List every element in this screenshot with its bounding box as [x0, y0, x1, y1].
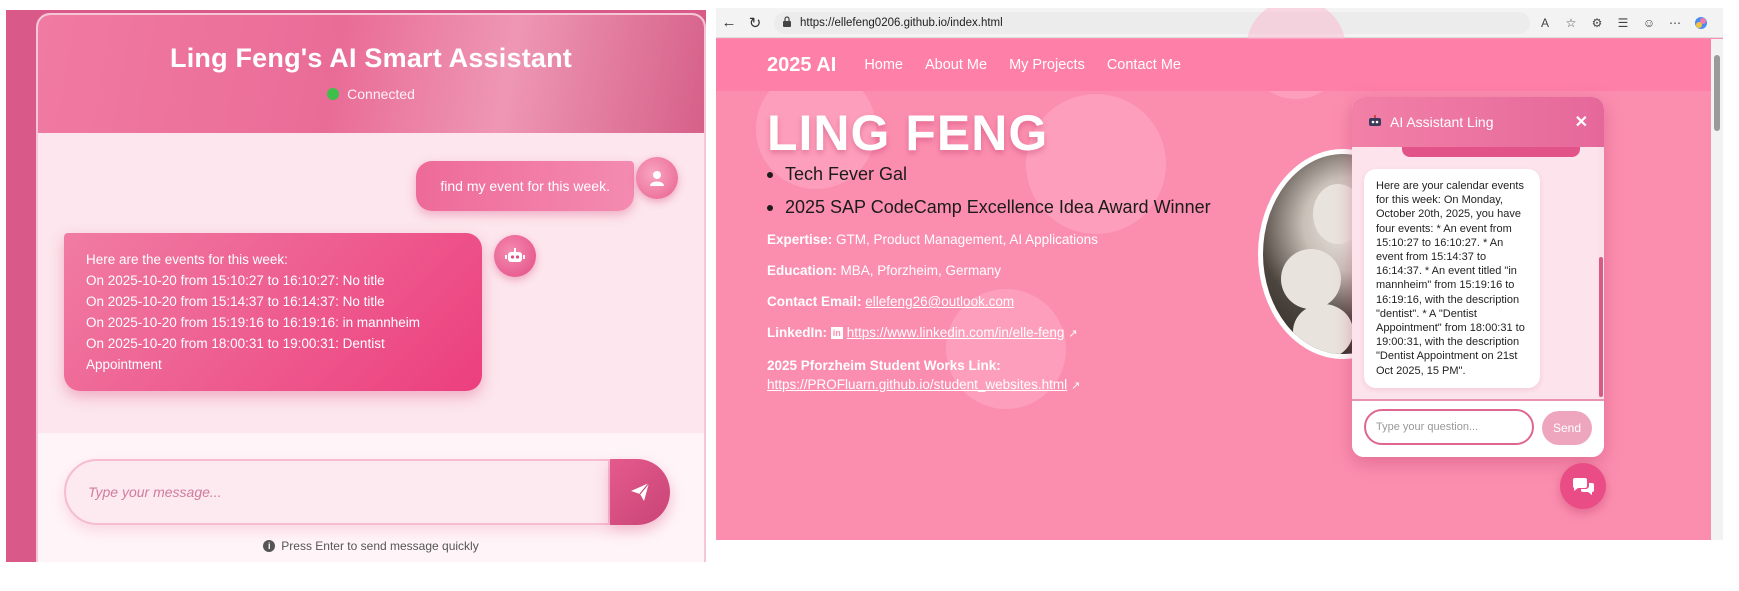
left-chat-app: Ling Feng's AI Smart Assistant Connected… — [6, 10, 706, 562]
lock-icon — [782, 15, 792, 30]
chat-title: Ling Feng's AI Smart Assistant — [170, 43, 572, 73]
close-icon[interactable]: ✕ — [1575, 112, 1588, 132]
chat-bubbles-icon — [1572, 478, 1594, 495]
bot-message-line: On 2025-10-20 from 15:19:16 to 16:19:16:… — [86, 315, 420, 330]
favorite-star-icon[interactable]: ☆ — [1562, 14, 1580, 32]
assistant-widget: AI Assistant Ling ✕ Here are your calend… — [1352, 97, 1604, 457]
question-input[interactable] — [1364, 409, 1534, 445]
refresh-icon[interactable]: ↻ — [742, 10, 768, 36]
user-avatar-icon — [636, 157, 678, 199]
chat-fab-button[interactable] — [1560, 463, 1606, 509]
more-menu-icon[interactable]: ⋯ — [1666, 14, 1684, 32]
info-icon: i — [263, 540, 276, 552]
expertise-row: Expertise: GTM, Product Management, AI A… — [767, 232, 1098, 247]
bot-message: Here are the events for this week: On 20… — [64, 233, 482, 391]
message-input-wrapper — [64, 459, 610, 525]
chat-header: Ling Feng's AI Smart Assistant Connected — [38, 15, 704, 133]
student-works-row: 2025 Pforzheim Student Works Link: https… — [767, 358, 1081, 392]
browser-toolbar: ← ↻ https://ellefeng0206.github.io/index… — [716, 8, 1723, 38]
widget-title: AI Assistant Ling — [1390, 114, 1494, 130]
nav-home[interactable]: Home — [864, 57, 903, 73]
nav-about[interactable]: About Me — [925, 57, 987, 73]
robot-avatar-icon — [494, 235, 536, 277]
widget-send-button[interactable]: Send — [1542, 411, 1592, 445]
copilot-icon[interactable] — [1692, 14, 1710, 32]
linkedin-row: LinkedIn: in https://www.linkedin.com/in/… — [767, 325, 1078, 340]
bot-message-line: Here are the events for this week: — [86, 252, 288, 267]
bot-message-line: On 2025-10-20 from 18:00:31 to 19:00:31:… — [86, 336, 385, 372]
widget-scrollbar[interactable] — [1598, 147, 1604, 399]
extensions-icon[interactable]: ⚙ — [1588, 14, 1606, 32]
bot-message-line: On 2025-10-20 from 15:14:37 to 16:14:37:… — [86, 294, 385, 309]
external-link-icon: ↗ — [1071, 380, 1081, 392]
linkedin-link[interactable]: https://www.linkedin.com/in/elle-feng — [847, 325, 1065, 340]
widget-header: AI Assistant Ling ✕ — [1352, 97, 1604, 147]
widget-messages: Here are your calendar events for this w… — [1352, 147, 1598, 399]
hero-bullets: Tech Fever Gal 2025 SAP CodeCamp Excelle… — [767, 164, 1211, 230]
chat-footer: i Press Enter to send message quickly — [38, 433, 704, 562]
external-link-icon: ↗ — [1068, 328, 1078, 340]
assistant-reply: Here are your calendar events for this w… — [1364, 169, 1540, 388]
email-link[interactable]: ellefeng26@outlook.com — [865, 294, 1014, 309]
linkedin-icon: in — [830, 327, 843, 340]
widget-footer: Send — [1352, 399, 1604, 457]
email-row: Contact Email: ellefeng26@outlook.com — [767, 294, 1015, 309]
hint-text: Press Enter to send message quickly — [281, 539, 479, 553]
robot-icon — [1368, 114, 1382, 130]
address-bar[interactable]: https://ellefeng0206.github.io/index.htm… — [774, 11, 1530, 34]
site-navbar: 2025 AI Home About Me My Projects Contac… — [716, 39, 1723, 91]
profile-info: Expertise: GTM, Product Management, AI A… — [767, 232, 1098, 412]
message-input[interactable] — [66, 461, 608, 523]
url-text: https://ellefeng0206.github.io/index.htm… — [800, 16, 1003, 29]
back-arrow-icon[interactable]: ← — [716, 10, 742, 36]
chat-messages: find my event for this week. Here are th… — [38, 133, 704, 433]
browser-window: ← ↻ https://ellefeng0206.github.io/index… — [716, 8, 1723, 560]
nav-contact[interactable]: Contact Me — [1107, 57, 1181, 73]
nav-projects[interactable]: My Projects — [1009, 57, 1085, 73]
page-bottom — [716, 540, 1723, 560]
website: 2025 AI Home About Me My Projects Contac… — [716, 8, 1723, 560]
collections-icon[interactable]: ☰ — [1614, 14, 1632, 32]
user-message: find my event for this week. — [416, 161, 634, 211]
page-scrollbar[interactable] — [1711, 39, 1723, 560]
status-dot-icon — [327, 88, 340, 100]
bullet-item: Tech Fever Gal — [767, 164, 1211, 185]
send-button[interactable] — [610, 459, 670, 525]
bullet-item: 2025 SAP CodeCamp Excellence Idea Award … — [767, 197, 1211, 218]
status-text: Connected — [347, 86, 415, 102]
read-aloud-icon[interactable]: A — [1536, 14, 1554, 32]
nav-links: Home About Me My Projects Contact Me — [864, 57, 1181, 73]
hero-name: LING FENG — [767, 105, 1049, 161]
education-row: Education: MBA, Pforzheim, Germany — [767, 263, 1002, 278]
bot-message-line: On 2025-10-20 from 15:10:27 to 16:10:27:… — [86, 273, 385, 288]
send-hint: i Press Enter to send message quickly — [38, 539, 704, 553]
site-brand[interactable]: 2025 AI — [767, 54, 836, 77]
connection-status: Connected — [38, 86, 704, 102]
profile-icon[interactable]: ☺ — [1640, 14, 1658, 32]
browser-actions: A ☆ ⚙ ☰ ☺ ⋯ — [1536, 14, 1710, 32]
student-works-link[interactable]: https://PROFluarn.github.io/student_webs… — [767, 377, 1067, 392]
previous-message-bubble — [1402, 147, 1580, 157]
chat-card: Ling Feng's AI Smart Assistant Connected… — [36, 13, 706, 562]
paper-plane-icon — [631, 482, 650, 501]
